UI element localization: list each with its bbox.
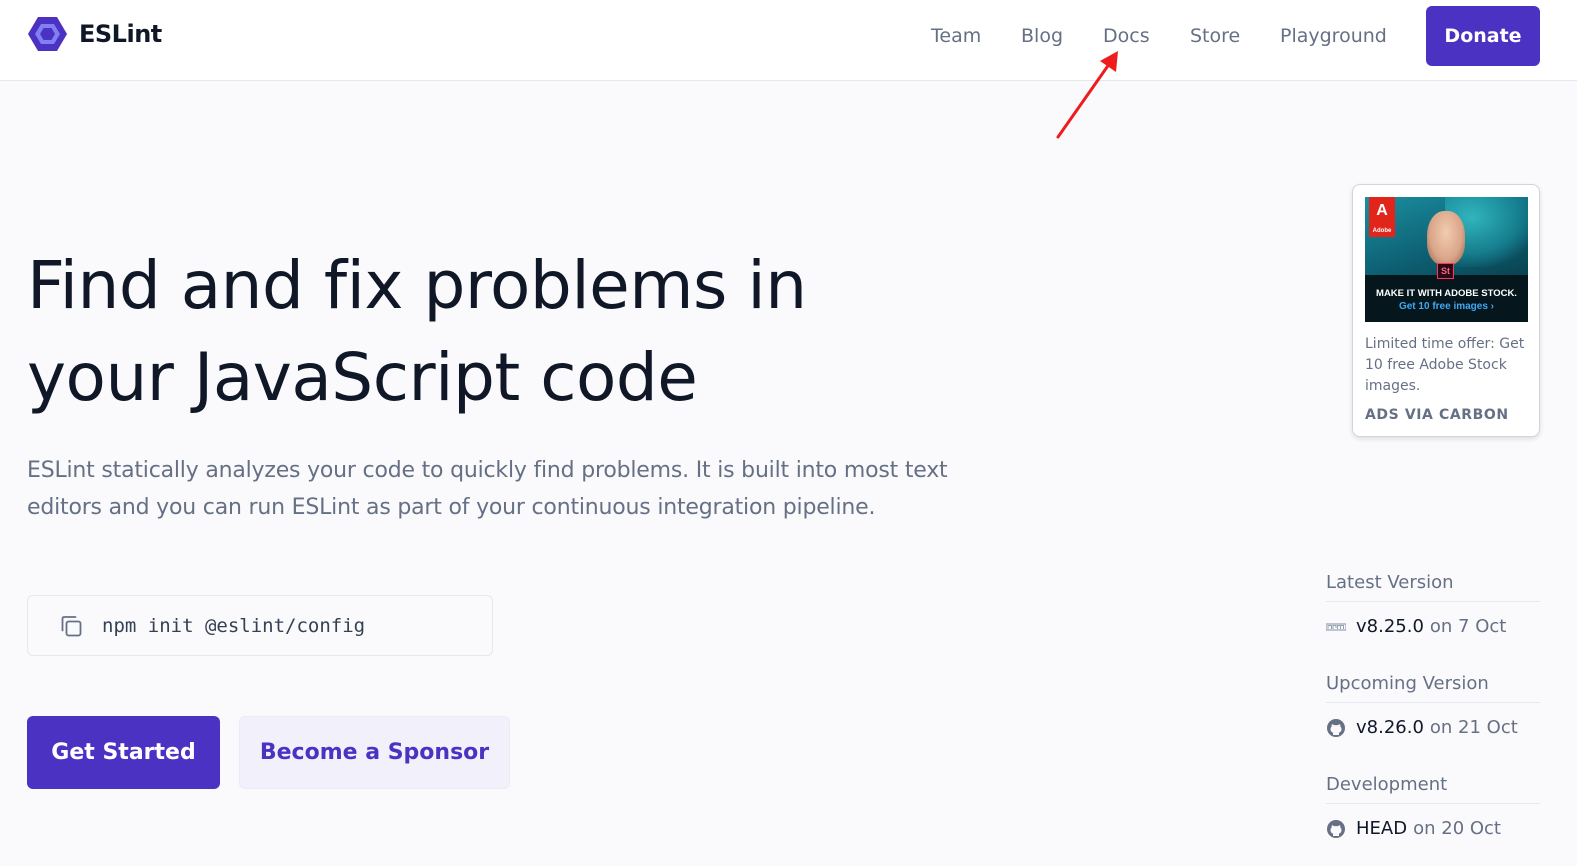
upcoming-version-link[interactable]: v8.26.0 on 21 Oct	[1326, 703, 1540, 752]
become-sponsor-button[interactable]: Become a Sponsor	[239, 716, 510, 789]
stock-badge-icon: St	[1437, 263, 1454, 279]
npm-icon	[1326, 622, 1346, 631]
development-version: HEAD	[1356, 818, 1408, 839]
install-command[interactable]: npm init @eslint/config	[102, 615, 365, 637]
ads-via-carbon-link[interactable]: ADS VIA CARBON	[1365, 407, 1509, 423]
eslint-logo-icon	[28, 17, 67, 51]
copy-icon[interactable]	[58, 613, 84, 639]
adobe-logo-word: Adobe	[1372, 228, 1392, 234]
brand-link[interactable]: ESLint	[27, 15, 162, 53]
hero-title-line-1: Find and fix problems in	[27, 247, 807, 324]
adobe-logo-letter: A	[1376, 202, 1388, 219]
versions-panel: Latest Version v8.25.0 on 7 Oct Upcoming…	[1326, 568, 1540, 853]
upcoming-version-number: v8.26.0	[1356, 717, 1424, 738]
latest-version-label: Latest Version	[1326, 568, 1540, 602]
ad-image[interactable]: A Adobe St MAKE IT WITH ADOBE STOCK. Get…	[1365, 197, 1528, 322]
hero-title-line-2: your JavaScript code	[27, 339, 698, 416]
nav-team[interactable]: Team	[931, 22, 981, 50]
adobe-logo-icon: A Adobe	[1369, 197, 1395, 237]
latest-version-number: v8.25.0	[1356, 616, 1424, 637]
carbon-ad: A Adobe St MAKE IT WITH ADOBE STOCK. Get…	[1352, 184, 1540, 437]
development-link[interactable]: HEAD on 20 Oct	[1326, 804, 1540, 853]
install-command-box: npm init @eslint/config	[27, 595, 493, 656]
development-label: Development	[1326, 770, 1540, 804]
get-started-button[interactable]: Get Started	[27, 716, 220, 789]
ad-text[interactable]: Limited time offer: Get 10 free Adobe St…	[1365, 334, 1533, 397]
ad-image-headline: MAKE IT WITH ADOBE STOCK.	[1376, 288, 1517, 299]
donate-button[interactable]: Donate	[1426, 6, 1540, 66]
github-icon	[1327, 718, 1345, 737]
ad-image-face	[1427, 211, 1465, 265]
annotation-arrow	[1056, 51, 1118, 139]
github-icon	[1327, 819, 1345, 838]
upcoming-version-date: on 21 Oct	[1429, 717, 1518, 738]
latest-version-date: on 7 Oct	[1429, 616, 1507, 637]
latest-version-link[interactable]: v8.25.0 on 7 Oct	[1326, 602, 1540, 651]
hero-description: ESLint statically analyzes your code to …	[27, 458, 948, 520]
nav-store[interactable]: Store	[1190, 22, 1240, 50]
site-header: ESLint Team Blog Docs Store Playground D…	[0, 0, 1577, 81]
nav-playground[interactable]: Playground	[1280, 22, 1387, 50]
hero-title: Find and fix problems in your JavaScript…	[27, 240, 987, 424]
development-date: on 20 Oct	[1413, 818, 1501, 839]
brand-name: ESLint	[79, 20, 162, 48]
ad-image-subline: Get 10 free images ›	[1398, 301, 1495, 312]
upcoming-version-label: Upcoming Version	[1326, 669, 1540, 703]
